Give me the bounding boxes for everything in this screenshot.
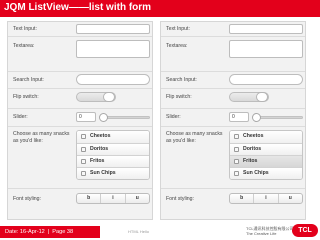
font-styling-label: Font styling: — [166, 196, 194, 202]
text-input-field[interactable] — [76, 24, 150, 34]
bold-button[interactable]: b — [77, 194, 100, 203]
snack-label: Sun Chips — [90, 170, 116, 176]
textarea-label: Textarea: — [166, 43, 188, 49]
checkbox-icon[interactable] — [81, 134, 86, 139]
textarea-field[interactable] — [229, 40, 303, 58]
italic-button[interactable]: i — [100, 194, 124, 203]
checkbox-icon[interactable] — [81, 171, 86, 176]
snack-label: Doritos — [243, 146, 262, 152]
snack-option-selected[interactable]: Fritos — [230, 155, 302, 167]
logo-tagline: The Creative Life — [246, 231, 277, 236]
slide-title: JQM ListView——list with form — [4, 2, 152, 13]
underline-button[interactable]: u — [277, 194, 302, 203]
snack-option[interactable]: Cheetos — [77, 131, 149, 143]
checkbox-icon[interactable] — [234, 159, 239, 164]
snack-label: Fritos — [243, 158, 258, 164]
snack-option[interactable]: Doritos — [77, 143, 149, 155]
flip-label: Flip switch: — [13, 94, 39, 100]
company-logo: TCL通讯科技控股有限公司 The Creative Life TCL — [246, 224, 318, 238]
textarea-row: Textarea: — [161, 36, 305, 60]
text-input-field[interactable] — [229, 24, 303, 34]
text-input-row: Text Input: — [161, 22, 305, 35]
italic-button[interactable]: i — [253, 194, 277, 203]
font-style-control: b i u — [229, 193, 303, 204]
slider-value-input[interactable]: 0 — [76, 112, 96, 122]
checkbox-icon[interactable] — [234, 147, 239, 152]
checkbox-row: Choose as many snacks as you'd like: Che… — [8, 126, 152, 180]
snack-label: Cheetos — [243, 133, 264, 139]
title-bar: JQM ListView——list with form — [0, 0, 320, 17]
snack-option[interactable]: Sun Chips — [77, 167, 149, 179]
snack-label: Sun Chips — [243, 170, 269, 176]
search-row: Search Input: — [161, 71, 305, 87]
font-row: Font styling: b i u — [161, 188, 305, 208]
footer-bar: Date: 16-Apr-12 | Page 38 — [0, 226, 100, 238]
slider-value-input[interactable]: 0 — [229, 112, 249, 122]
slider-label: Slider: — [13, 114, 28, 120]
tcl-logo-badge: TCL — [292, 224, 318, 237]
phone-screen-right: Text Input: Textarea: Search Input: Flip… — [160, 21, 306, 220]
slider-handle[interactable] — [99, 113, 108, 122]
textarea-field[interactable] — [76, 40, 150, 58]
textarea-row: Textarea: — [8, 36, 152, 60]
checkbox-row: Choose as many snacks as you'd like: Che… — [161, 126, 305, 180]
snack-option[interactable]: Fritos — [77, 155, 149, 167]
flip-switch[interactable] — [229, 92, 269, 102]
search-input[interactable] — [229, 74, 303, 85]
slider-handle[interactable] — [252, 113, 261, 122]
font-row: Font styling: b i u — [8, 188, 152, 208]
text-input-row: Text Input: — [8, 22, 152, 35]
snack-label: Cheetos — [90, 133, 111, 139]
footer-date: Date: 16-Apr-12 — [5, 229, 45, 235]
search-label: Search Input: — [13, 77, 44, 83]
search-row: Search Input: — [8, 71, 152, 87]
checkbox-icon[interactable] — [81, 147, 86, 152]
text-input-label: Text Input: — [166, 26, 190, 32]
snack-label: Doritos — [90, 146, 109, 152]
footer-separator: | — [47, 229, 50, 235]
text-input-label: Text Input: — [13, 26, 37, 32]
flip-switch-knob[interactable] — [256, 92, 268, 102]
checkbox-icon[interactable] — [234, 134, 239, 139]
font-style-control: b i u — [76, 193, 150, 204]
flip-row: Flip switch: — [161, 88, 305, 105]
textarea-label: Textarea: — [13, 43, 35, 49]
slider-row: Slider: 0 — [161, 108, 305, 124]
snack-option[interactable]: Cheetos — [230, 131, 302, 143]
snack-option[interactable]: Sun Chips — [230, 167, 302, 179]
slider-row: Slider: 0 — [8, 108, 152, 124]
flip-switch-knob[interactable] — [103, 92, 115, 102]
snack-checkbox-list: Cheetos Doritos Fritos Sun Chips — [76, 130, 150, 180]
checkbox-group-label: Choose as many snacks as you'd like: — [13, 131, 70, 144]
underline-button[interactable]: u — [124, 194, 149, 203]
flip-switch[interactable] — [76, 92, 116, 102]
phone-screen-left: Text Input: Textarea: Search Input: Flip… — [7, 21, 153, 220]
flip-row: Flip switch: — [8, 88, 152, 105]
snack-label: Fritos — [90, 158, 105, 164]
snack-option[interactable]: Doritos — [230, 143, 302, 155]
slider-label: Slider: — [166, 114, 181, 120]
footer-tag: HTML Hello — [128, 229, 149, 234]
footer-page-number: Page 38 — [52, 229, 74, 235]
search-input[interactable] — [76, 74, 150, 85]
flip-label: Flip switch: — [166, 94, 192, 100]
font-styling-label: Font styling: — [13, 196, 41, 202]
snack-checkbox-list: Cheetos Doritos Fritos Sun Chips — [229, 130, 303, 180]
bold-button[interactable]: b — [230, 194, 253, 203]
checkbox-group-label: Choose as many snacks as you'd like: — [166, 131, 223, 144]
checkbox-icon[interactable] — [81, 159, 86, 164]
checkbox-icon[interactable] — [234, 171, 239, 176]
search-label: Search Input: — [166, 77, 197, 83]
